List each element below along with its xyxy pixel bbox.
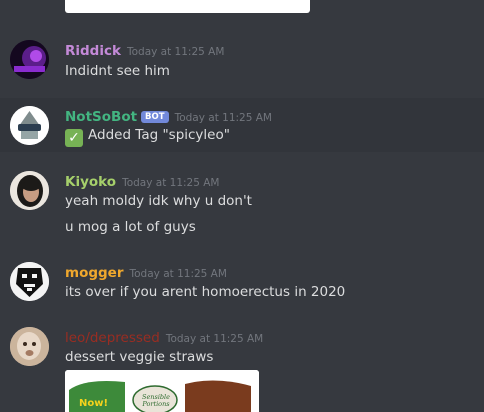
previous-image-attachment[interactable] xyxy=(65,0,310,13)
message-notsobot: NotSoBot BOT Today at 11:25 AM ✓ Added Tag … xyxy=(0,102,484,152)
message-mogger: mogger Today at 11:25 AM its over if you … xyxy=(0,258,484,308)
message-text: yeah moldy idk why u don't xyxy=(65,193,252,209)
timestamp: Today at 11:25 AM xyxy=(174,112,272,124)
username[interactable]: Riddick xyxy=(65,43,121,59)
message-text: u mog a lot of guys xyxy=(65,219,196,235)
message-kiyoko: Kiyoko Today at 11:25 AM yeah moldy idk w… xyxy=(0,167,484,247)
message-text: dessert veggie straws xyxy=(65,349,214,365)
bag-label-brand: Sensible Portions xyxy=(142,393,170,408)
username[interactable]: mogger xyxy=(65,265,123,281)
message-content: ✓ Added Tag "spicyleo" xyxy=(65,127,230,147)
avatar[interactable] xyxy=(10,171,49,210)
avatar[interactable] xyxy=(10,106,49,145)
avatar[interactable] xyxy=(10,262,49,301)
message-riddick: Riddick Today at 11:25 AM Indidnt see him xyxy=(0,36,484,86)
timestamp: Today at 11:25 AM xyxy=(129,268,227,280)
timestamp: Today at 11:25 AM xyxy=(122,177,220,189)
username[interactable]: leo/depressed xyxy=(65,330,160,346)
timestamp: Today at 11:25 AM xyxy=(126,46,225,58)
check-mark-icon: ✓ xyxy=(65,129,83,147)
bot-badge: BOT xyxy=(141,111,169,123)
bag-label-now: Now! xyxy=(79,398,109,409)
username[interactable]: Kiyoko xyxy=(65,174,116,190)
username[interactable]: NotSoBot xyxy=(65,109,137,125)
message-text: Indidnt see him xyxy=(65,63,170,79)
avatar[interactable] xyxy=(10,40,49,79)
image-attachment[interactable]: Now! Sensible Portions xyxy=(65,370,259,412)
avatar[interactable] xyxy=(10,327,49,366)
message-text: Added Tag "spicyleo" xyxy=(88,127,230,143)
timestamp: Today at 11:25 AM xyxy=(165,333,264,345)
message-text: its over if you arent homoerectus in 202… xyxy=(65,284,346,300)
